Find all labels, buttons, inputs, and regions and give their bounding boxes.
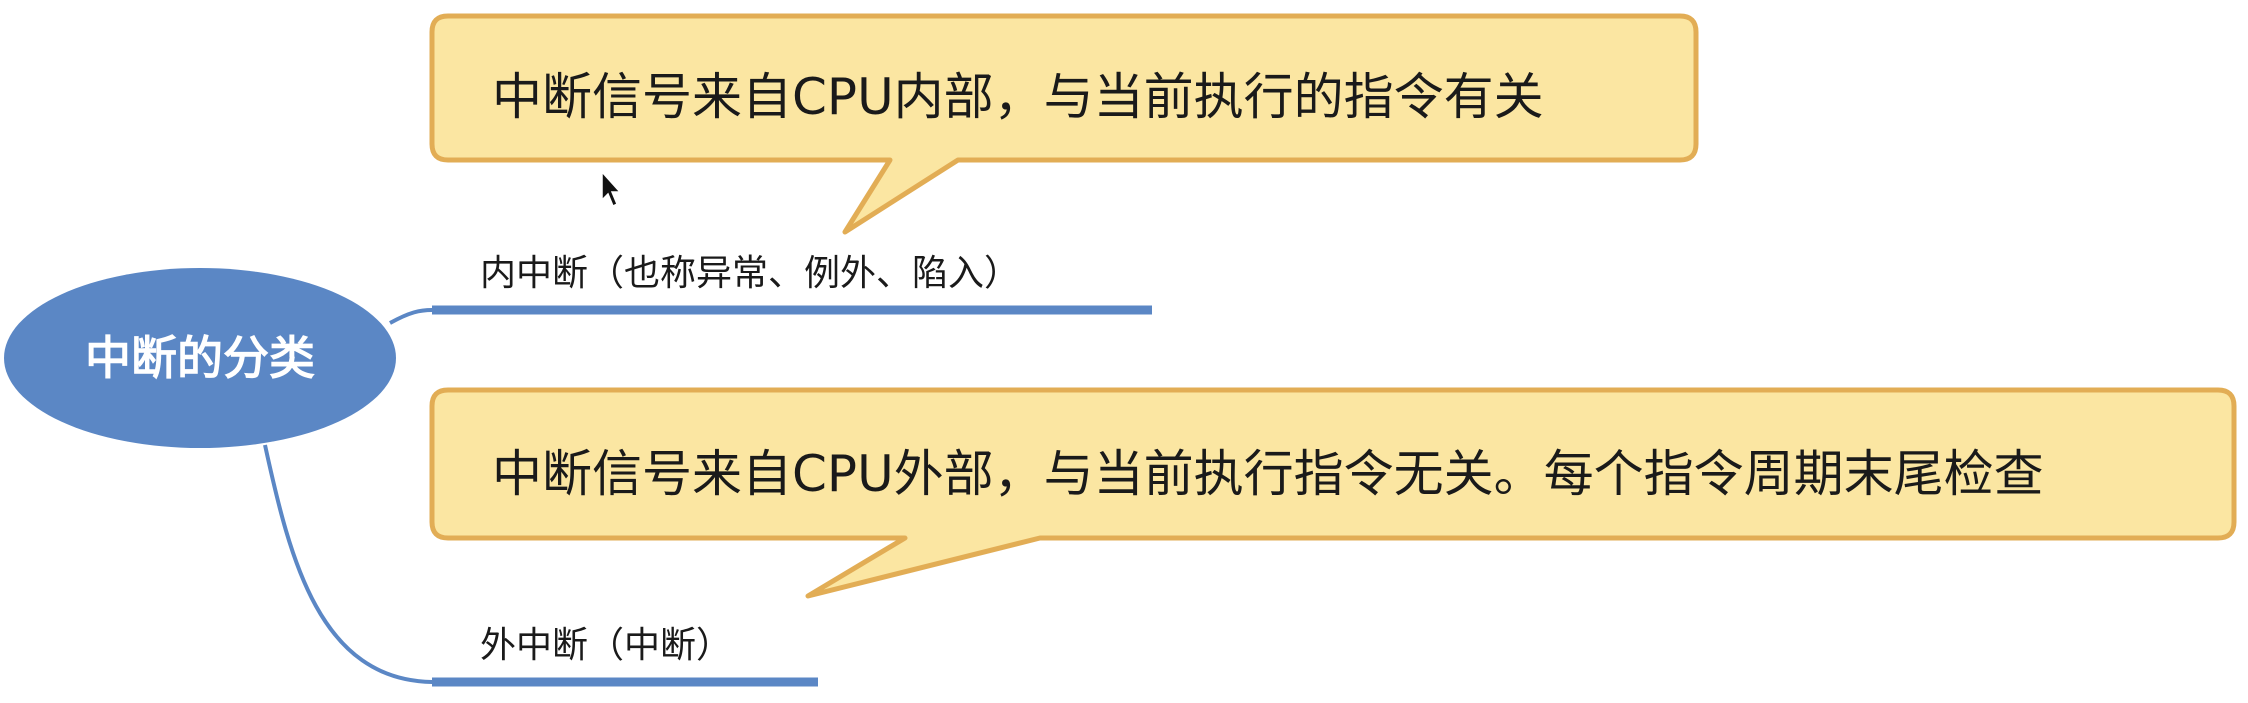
root-node-label: 中断的分类 [85,331,315,385]
callout-inner-interrupt: 中断信号来自CPU内部，与当前执行的指令有关 [429,13,1699,235]
callout-outer-interrupt: 中断信号来自CPU外部，与当前执行指令无关。每个指令周期末尾检查 [429,387,2237,599]
branch-label-inner-interrupt[interactable]: 内中断（也称异常、例外、陷入） [480,253,1020,294]
mindmap-canvas: 中断的分类 内中断（也称异常、例外、陷入） 外中断（中断） 中断信号来自CPU内… [4,13,2237,687]
branch-label-outer-interrupt[interactable]: 外中断（中断） [480,625,732,666]
callout-inner-interrupt-text: 中断信号来自CPU内部，与当前执行的指令有关 [492,68,1544,126]
mouse-cursor-icon [601,170,622,208]
root-node[interactable]: 中断的分类 [4,268,396,448]
callout-outer-interrupt-text: 中断信号来自CPU外部，与当前执行指令无关。每个指令周期末尾检查 [492,445,2044,503]
